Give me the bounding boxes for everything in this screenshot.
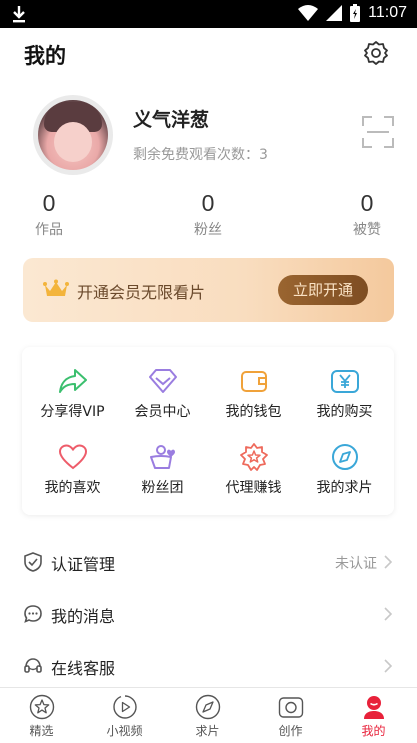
status-bar: 11:07 — [0, 0, 417, 28]
grid-item-label: 我的求片 — [316, 480, 373, 496]
vip-banner[interactable]: 开通会员无限看片 立即开通 — [23, 258, 394, 322]
stat-value: 0 — [360, 190, 374, 216]
star-icon — [29, 694, 54, 720]
bottom-tab-bar: 精选 小视频 求片 创作 我的 — [0, 687, 417, 743]
grid-item-label: 我的喜欢 — [44, 480, 101, 496]
grid-item-wallet[interactable]: 我的钱包 — [207, 367, 300, 421]
camera-icon — [278, 697, 303, 718]
share-icon — [58, 369, 87, 393]
stat-value: 0 — [42, 190, 56, 216]
stat-label: 作品 — [35, 222, 63, 238]
gear-icon[interactable] — [363, 40, 389, 66]
chevron-right-icon — [384, 659, 393, 673]
page-title: 我的 — [24, 44, 66, 68]
avatar[interactable] — [33, 95, 113, 175]
heart-icon — [58, 444, 87, 470]
diamond-icon — [148, 369, 177, 393]
profile-icon — [363, 696, 384, 719]
grid-item-purchases[interactable]: 我的购买 — [298, 367, 391, 421]
list-item-label: 在线客服 — [51, 659, 116, 678]
stat-label: 被赞 — [353, 222, 381, 238]
compass-icon — [331, 444, 358, 470]
grid-item-vip-center[interactable]: 会员中心 — [116, 367, 209, 421]
signal-icon — [326, 5, 343, 21]
tab-label: 求片 — [195, 724, 220, 738]
chevron-right-icon — [384, 555, 393, 569]
feature-grid: 分享得VIP 会员中心 我的钱包 我的购买 我的喜欢 粉丝团 代理赚钱 我的求片 — [22, 347, 394, 515]
profile-section: 义气洋葱 剩余免费观看次数：3 — [0, 90, 417, 180]
tab-label: 我的 — [361, 724, 386, 738]
wallet-icon — [240, 371, 267, 392]
fan-group-icon — [149, 445, 175, 469]
grid-item-label: 分享得VIP — [40, 404, 105, 420]
crown-icon — [43, 279, 69, 296]
stat-likes[interactable]: 0 被赞 — [337, 190, 397, 239]
tab-label: 小视频 — [106, 724, 143, 738]
list-item-label: 我的消息 — [51, 607, 116, 626]
compass-icon — [195, 694, 220, 720]
tab-short-video[interactable]: 小视频 — [83, 688, 166, 743]
scan-icon[interactable] — [361, 115, 395, 149]
tab-create[interactable]: 创作 — [249, 688, 332, 743]
chevron-right-icon — [384, 607, 393, 621]
list-item-customer-service[interactable]: 在线客服 — [0, 641, 417, 693]
clock: 11:07 — [368, 4, 407, 21]
shield-check-icon — [24, 552, 42, 572]
stat-label: 粉丝 — [194, 222, 222, 238]
grid-item-label: 粉丝团 — [141, 480, 184, 496]
agent-badge-icon — [239, 443, 268, 471]
grid-item-share-vip[interactable]: 分享得VIP — [26, 367, 119, 421]
tab-mine[interactable]: 我的 — [332, 688, 415, 743]
open-vip-button[interactable]: 立即开通 — [278, 275, 368, 305]
header: 我的 — [0, 28, 417, 80]
grid-item-label: 我的购买 — [316, 404, 373, 420]
grid-item-likes[interactable]: 我的喜欢 — [26, 443, 119, 497]
video-icon — [112, 695, 137, 719]
free-views-hint: 剩余免费观看次数：3 — [133, 147, 268, 163]
grid-item-label: 我的钱包 — [225, 404, 282, 420]
stat-works[interactable]: 0 作品 — [19, 190, 79, 239]
grid-item-agent[interactable]: 代理赚钱 — [207, 443, 300, 497]
message-icon — [24, 605, 42, 623]
wifi-icon — [298, 5, 319, 21]
grid-item-requests[interactable]: 我的求片 — [298, 443, 391, 497]
stat-value: 0 — [201, 190, 215, 216]
grid-item-label: 代理赚钱 — [225, 480, 282, 496]
stat-fans[interactable]: 0 粉丝 — [178, 190, 238, 239]
stats-row: 0 作品 0 粉丝 0 被赞 — [0, 190, 417, 242]
vip-banner-text: 开通会员无限看片 — [77, 283, 206, 302]
headset-icon — [24, 658, 42, 673]
tab-featured[interactable]: 精选 — [0, 688, 83, 743]
username[interactable]: 义气洋葱 — [133, 105, 209, 132]
tab-label: 精选 — [29, 724, 54, 738]
verification-status: 未认证 — [335, 556, 377, 572]
yen-icon — [330, 370, 359, 393]
list-item-label: 认证管理 — [51, 555, 116, 574]
list-item-messages[interactable]: 我的消息 — [0, 589, 417, 641]
list-item-verification[interactable]: 认证管理 未认证 — [0, 537, 417, 589]
tab-requests[interactable]: 求片 — [166, 688, 249, 743]
grid-item-label: 会员中心 — [134, 404, 191, 420]
download-icon — [13, 6, 25, 23]
grid-item-fan-group[interactable]: 粉丝团 — [116, 443, 209, 497]
tab-label: 创作 — [278, 724, 303, 738]
battery-icon — [350, 4, 361, 22]
